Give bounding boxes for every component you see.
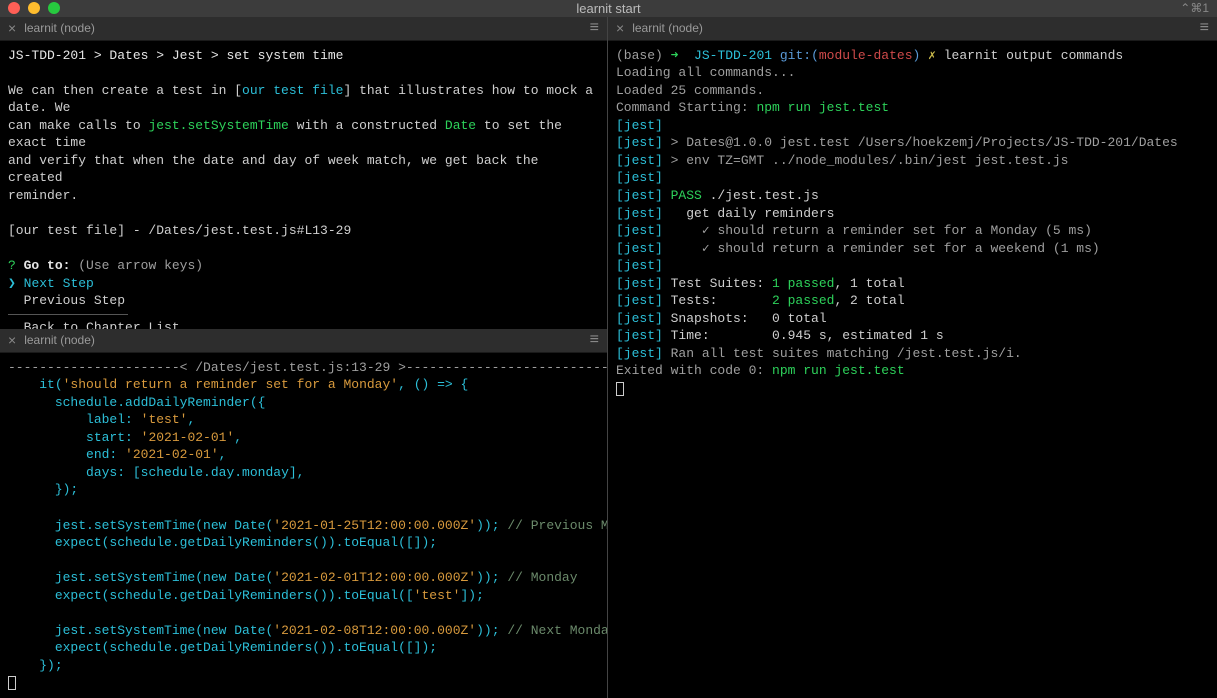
menu-item-back[interactable]: Back to Chapter List — [24, 320, 180, 329]
breadcrumb: JS-TDD-201 > Dates > Jest > set system t… — [8, 48, 344, 63]
code-line: jest.setSystemTime(new Date('2021-01-25T… — [8, 518, 607, 533]
code-line: jest.setSystemTime(new Date('2021-02-01T… — [8, 570, 578, 585]
close-icon[interactable]: × — [8, 333, 16, 347]
code-line: schedule.addDailyReminder({ — [8, 395, 265, 410]
close-icon[interactable]: × — [616, 21, 624, 35]
output-line: [jest] Time: 0.945 s, estimated 1 s — [616, 328, 944, 343]
code-line: expect(schedule.getDailyReminders()).toE… — [8, 535, 437, 550]
output-line: [jest] get daily reminders — [616, 206, 834, 221]
titlebar: learnit start ⌃⌘1 — [0, 0, 1217, 17]
code-line: label: 'test', — [8, 412, 195, 427]
output-line: [jest] — [616, 258, 663, 273]
tab-label: learnit (node) — [632, 21, 703, 35]
pane-tab-top-left[interactable]: × learnit (node) ≡ — [0, 17, 607, 41]
prompt-label: Go to: — [24, 258, 71, 273]
output-line: [jest] Test Suites: 1 passed, 1 total — [616, 276, 905, 291]
lesson-text: We can then create a test in [our test f… — [8, 83, 601, 203]
output-line: [jest] > Dates@1.0.0 jest.test /Users/ho… — [616, 135, 1178, 150]
output-line: [jest] — [616, 118, 663, 133]
output-line: Loading all commands... — [616, 65, 795, 80]
tab-label: learnit (node) — [24, 333, 95, 347]
code-line: expect(schedule.getDailyReminders()).toE… — [8, 640, 437, 655]
hamburger-icon[interactable]: ≡ — [590, 332, 599, 348]
pane-tab-bottom-left[interactable]: × learnit (node) ≡ — [0, 329, 607, 353]
code-line: end: '2021-02-01', — [8, 447, 226, 462]
tab-label: learnit (node) — [24, 21, 95, 35]
code-line: days: [schedule.day.monday], — [8, 465, 304, 480]
hamburger-icon[interactable]: ≡ — [590, 20, 599, 36]
output-line: [jest] Ran all test suites matching /jes… — [616, 346, 1022, 361]
code-line: start: '2021-02-01', — [8, 430, 242, 445]
output-line: [jest] Tests: 2 passed, 2 total — [616, 293, 905, 308]
menu-item-previous[interactable]: Previous Step — [24, 293, 125, 308]
code-header: ----------------------< /Dates/jest.test… — [8, 360, 607, 375]
output-line: Command Starting: npm run jest.test — [616, 100, 889, 115]
lesson-pane[interactable]: JS-TDD-201 > Dates > Jest > set system t… — [0, 41, 607, 329]
code-line: }); — [8, 482, 78, 497]
output-line: Exited with code 0: npm run jest.test — [616, 363, 905, 378]
output-pane[interactable]: (base) ➜ JS-TDD-201 git:(module-dates) ✗… — [608, 41, 1217, 698]
reference-link: [our test file] - /Dates/jest.test.js#L1… — [8, 223, 351, 238]
output-line: [jest] > env TZ=GMT ../node_modules/.bin… — [616, 153, 1068, 168]
code-line: }); — [8, 658, 63, 673]
shell-line: (base) ➜ JS-TDD-201 git:(module-dates) ✗… — [616, 48, 1123, 63]
output-line: [jest] PASS ./jest.test.js — [616, 188, 819, 203]
prompt-hint: (Use arrow keys) — [78, 258, 203, 273]
window-shortcut: ⌃⌘1 — [1180, 1, 1209, 15]
pane-tab-right[interactable]: × learnit (node) ≡ — [608, 17, 1217, 41]
code-pane[interactable]: ----------------------< /Dates/jest.test… — [0, 353, 607, 698]
code-line: it('should return a reminder set for a M… — [8, 377, 468, 392]
menu-item-next[interactable]: Next Step — [24, 276, 94, 291]
minimize-window-button[interactable] — [28, 2, 40, 14]
maximize-window-button[interactable] — [48, 2, 60, 14]
cursor — [8, 676, 16, 690]
menu-divider — [8, 314, 128, 315]
cursor — [616, 382, 624, 396]
output-line: [jest] ✓ should return a reminder set fo… — [616, 241, 1100, 256]
hamburger-icon[interactable]: ≡ — [1200, 20, 1209, 36]
code-line: jest.setSystemTime(new Date('2021-02-08T… — [8, 623, 607, 638]
prompt-q: ? — [8, 258, 16, 273]
close-window-button[interactable] — [8, 2, 20, 14]
code-line: expect(schedule.getDailyReminders()).toE… — [8, 588, 484, 603]
output-line: [jest] — [616, 170, 663, 185]
output-line: Loaded 25 commands. — [616, 83, 764, 98]
window-title: learnit start — [576, 1, 640, 16]
prompt-arrow: ❯ — [8, 276, 16, 291]
output-line: [jest] Snapshots: 0 total — [616, 311, 827, 326]
close-icon[interactable]: × — [8, 21, 16, 35]
output-line: [jest] ✓ should return a reminder set fo… — [616, 223, 1092, 238]
